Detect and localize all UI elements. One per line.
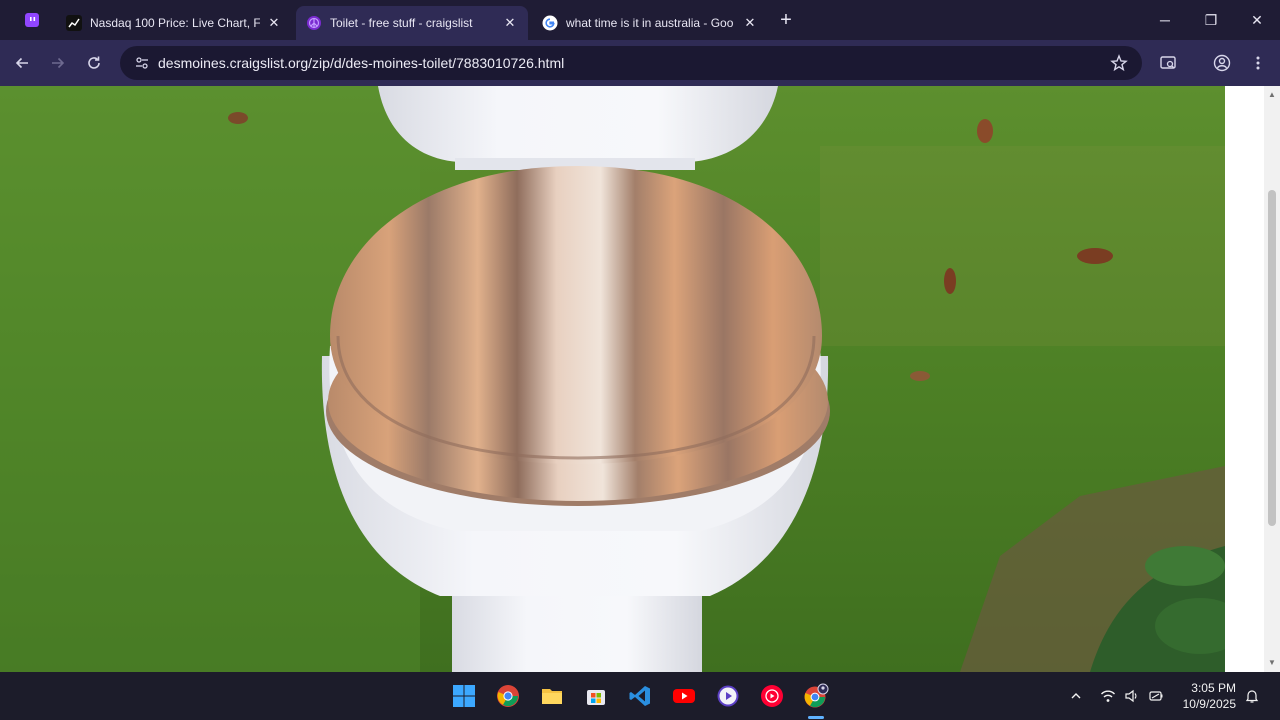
back-button[interactable] (10, 51, 34, 75)
tab-nasdaq[interactable]: Nasdaq 100 Price: Live Chart, Fo ✕ (56, 6, 292, 40)
address-bar[interactable]: desmoines.craigslist.org/zip/d/des-moine… (120, 46, 1142, 80)
show-hidden-icons-chevron-icon[interactable] (1066, 686, 1086, 706)
clock-date: 10/9/2025 (1182, 697, 1236, 711)
listing-photo[interactable] (0, 86, 1225, 672)
file-explorer-icon[interactable] (538, 682, 566, 710)
system-clock[interactable]: 3:05 PM 10/9/2025 (1183, 680, 1236, 712)
clock-time: 3:05 PM (1191, 681, 1236, 695)
chart-favicon-icon (66, 15, 82, 31)
chrome-profile-icon[interactable] (802, 682, 830, 710)
tab-strip: Nasdaq 100 Price: Live Chart, Fo ✕ Toile… (0, 0, 1280, 40)
forward-button[interactable] (46, 51, 70, 75)
tab-title: Nasdaq 100 Price: Live Chart, Fo (90, 16, 260, 30)
active-app-indicator (808, 716, 824, 719)
vscode-icon[interactable] (626, 682, 654, 710)
microsoft-store-icon[interactable] (582, 682, 610, 710)
youtube-icon[interactable] (670, 682, 698, 710)
profile-button[interactable] (1210, 51, 1234, 75)
bookmark-star-icon[interactable] (1110, 54, 1128, 72)
tab-craigslist[interactable]: Toilet - free stuff - craigslist ✕ (296, 6, 528, 40)
scroll-down-icon[interactable]: ▼ (1267, 658, 1277, 668)
tab-search-button[interactable] (1156, 51, 1180, 75)
media-player-icon[interactable] (714, 682, 742, 710)
forward-arrow-icon (52, 57, 65, 69)
notifications-icon[interactable] (1242, 686, 1262, 706)
tab-title: Toilet - free stuff - craigslist (330, 16, 473, 30)
pinned-tab-twitch-icon[interactable] (22, 10, 42, 30)
back-arrow-icon (15, 57, 28, 69)
close-window-button[interactable]: ✕ (1244, 8, 1270, 32)
chrome-icon[interactable] (494, 682, 522, 710)
menu-button[interactable] (1246, 51, 1270, 75)
tab-close-icon[interactable]: ✕ (266, 15, 282, 31)
url-text[interactable]: desmoines.craigslist.org/zip/d/des-moine… (158, 55, 564, 71)
tab-title: what time is it in australia - Goo (566, 16, 734, 30)
volume-icon[interactable] (1122, 686, 1142, 706)
maximize-button[interactable]: ❐ (1198, 8, 1224, 32)
browser-toolbar: desmoines.craigslist.org/zip/d/des-moine… (0, 40, 1280, 86)
scrollbar-thumb[interactable] (1268, 190, 1276, 526)
tab-close-icon[interactable]: ✕ (502, 15, 518, 31)
tab-close-icon[interactable]: ✕ (742, 15, 758, 31)
scroll-up-icon[interactable]: ▲ (1267, 90, 1277, 100)
youtube-music-icon[interactable] (758, 682, 786, 710)
page-content: ▲ ▼ (0, 86, 1280, 672)
craigslist-peace-icon (306, 15, 322, 31)
windows-taskbar: 3:05 PM 10/9/2025 (0, 672, 1280, 720)
tab-google[interactable]: what time is it in australia - Goo ✕ (532, 6, 768, 40)
profile-icon (1213, 54, 1231, 72)
battery-saver-icon[interactable] (1146, 686, 1166, 706)
kebab-menu-icon (1256, 56, 1260, 70)
google-favicon-icon (542, 15, 558, 31)
page-scrollbar[interactable]: ▲ ▼ (1264, 86, 1280, 672)
site-info-icon[interactable] (132, 53, 152, 73)
reload-button[interactable] (82, 51, 106, 75)
minimize-button[interactable]: ─ (1152, 8, 1178, 32)
reload-icon (88, 56, 100, 69)
windows-start-icon[interactable] (450, 682, 478, 710)
new-tab-button[interactable]: + (776, 10, 796, 30)
tab-search-icon (1160, 56, 1176, 69)
wifi-icon[interactable] (1098, 686, 1118, 706)
